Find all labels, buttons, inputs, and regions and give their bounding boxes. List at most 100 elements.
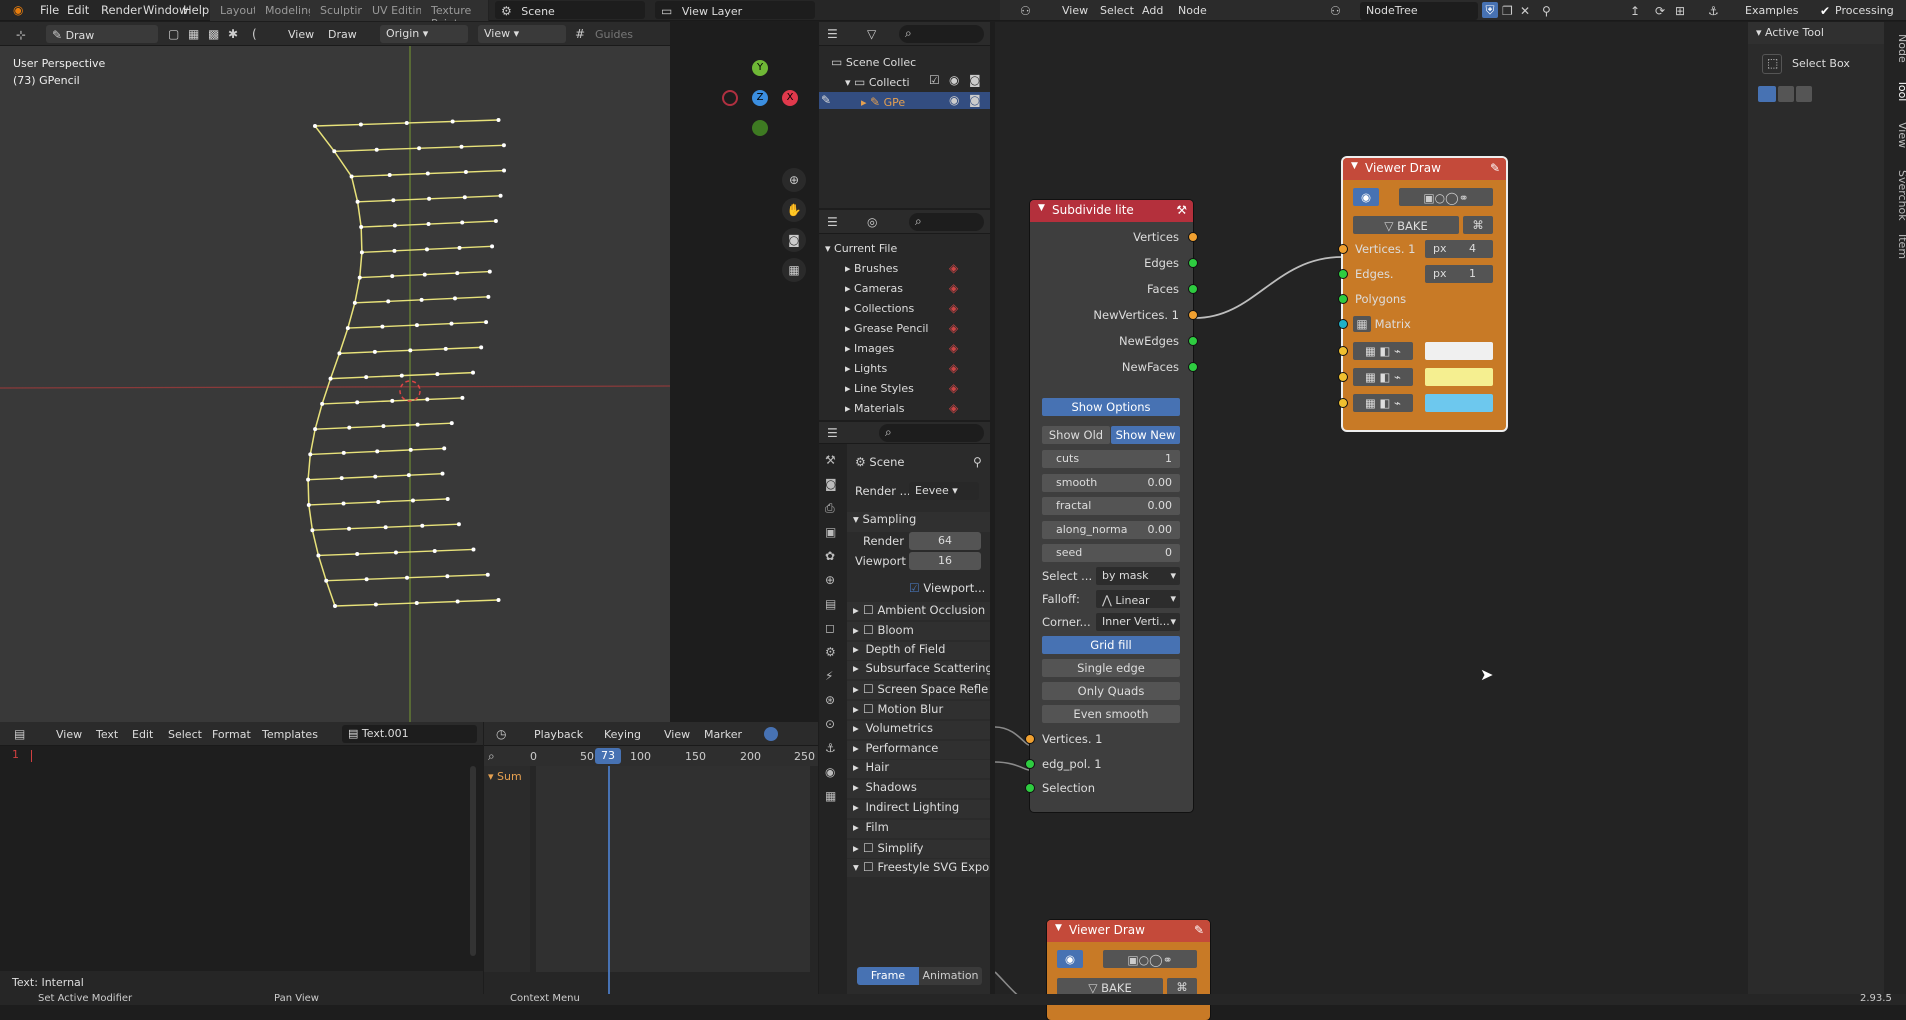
node-tree-selector[interactable]: NodeTree bbox=[1360, 2, 1478, 20]
grid-icon[interactable]: # bbox=[575, 26, 585, 42]
blend-file-item[interactable]: ▸ Lights ◈ bbox=[819, 360, 990, 377]
edit-pencil-icon[interactable]: ✎ bbox=[821, 92, 831, 108]
outliner-row-scene-collection[interactable]: ▭ Scene Collec bbox=[819, 52, 990, 69]
display-mode-toggles[interactable]: ▣○◯⚭ bbox=[1103, 950, 1197, 968]
camera-icon[interactable]: ◙ bbox=[969, 92, 981, 108]
properties-panel-header[interactable]: ▸ Hair bbox=[847, 760, 990, 779]
timeline-ruler[interactable]: ⌕ 0 50 100 150 200 250 73 bbox=[484, 746, 818, 766]
properties-tab-icon[interactable]: ▣ bbox=[825, 524, 836, 540]
gizmo-neg-y[interactable] bbox=[752, 120, 768, 136]
tab-frame[interactable]: Frame bbox=[857, 967, 919, 985]
checkbox-icon[interactable]: ☐ bbox=[862, 602, 874, 618]
subdivide-node-header[interactable]: ▼ Subdivide lite ⚒ bbox=[1030, 200, 1193, 222]
blend-file-item[interactable]: ▸ Collections ◈ bbox=[819, 300, 990, 317]
properties-tab-icon[interactable]: ⚙ bbox=[825, 644, 836, 660]
properties-panel-header[interactable]: ▸ ☐ Screen Space Refle bbox=[847, 681, 990, 700]
properties-tab-icon[interactable]: ⊙ bbox=[825, 716, 835, 732]
processing-toggle[interactable]: Processing bbox=[1835, 4, 1894, 17]
tab-animation[interactable]: Animation bbox=[919, 967, 982, 985]
properties-tab-icon[interactable]: ⊕ bbox=[825, 572, 835, 588]
text-menu-text[interactable]: Text bbox=[96, 728, 118, 741]
param-field[interactable]: fractal 0.00 bbox=[1042, 497, 1180, 515]
output-socket[interactable] bbox=[1188, 232, 1198, 242]
sidebar-tab-item[interactable]: Item bbox=[1887, 234, 1906, 259]
input-socket-vertices[interactable] bbox=[1025, 734, 1035, 744]
gizmo-x-axis[interactable]: X bbox=[782, 90, 798, 106]
blend-file-item[interactable]: ▸ Brushes ◈ bbox=[819, 260, 990, 277]
collapse-arrow-icon[interactable]: ▼ bbox=[1055, 923, 1062, 933]
timeline-type-icon[interactable]: ◷ bbox=[496, 726, 506, 742]
eye-toggle-icon[interactable]: ◉ bbox=[1057, 950, 1083, 968]
current-file-row[interactable]: ▾ Current File bbox=[819, 240, 990, 257]
node-menu-node[interactable]: Node bbox=[1178, 4, 1207, 17]
viewport-menu-draw[interactable]: Draw bbox=[328, 28, 357, 41]
parent-up-icon[interactable]: ↥ bbox=[1630, 3, 1640, 19]
menu-help[interactable]: Help bbox=[183, 3, 209, 17]
text-scrollbar[interactable] bbox=[470, 766, 476, 956]
zoom-icon[interactable]: ⊕ bbox=[782, 168, 806, 192]
output-socket[interactable] bbox=[1188, 258, 1198, 268]
viewer-draw-node-2[interactable]: ▼ Viewer Draw ✎ ◉ ▣○◯⚭ ▽ BAKE ⌘ bbox=[1047, 920, 1210, 1020]
pan-hand-icon[interactable]: ✋ bbox=[782, 198, 806, 222]
properties-panel-header[interactable]: ▸ Performance bbox=[847, 740, 990, 759]
camera-icon[interactable]: ◙ bbox=[782, 228, 806, 252]
gizmo-neg-x[interactable] bbox=[722, 90, 738, 106]
text-menu-view[interactable]: View bbox=[56, 728, 82, 741]
blend-file-item[interactable]: ▸ Materials ◈ bbox=[819, 400, 990, 417]
render-engine-dropdown[interactable]: Eevee ▾ bbox=[909, 482, 979, 500]
outliner-search[interactable]: ⌕ bbox=[899, 25, 984, 43]
select-mode-icon-2[interactable]: ▦ bbox=[188, 26, 199, 42]
sverchok-icon[interactable]: ⚓ bbox=[1708, 3, 1719, 19]
input-socket-matrix[interactable] bbox=[1338, 319, 1348, 329]
color-swatch[interactable] bbox=[1425, 394, 1493, 412]
blend-file-item[interactable]: ▸ Line Styles ◈ bbox=[819, 380, 990, 397]
input-socket-edges[interactable] bbox=[1338, 269, 1348, 279]
pin-icon[interactable]: ⚲ bbox=[973, 454, 982, 470]
param-field[interactable]: along_norma 0.00 bbox=[1042, 520, 1180, 539]
output-socket[interactable] bbox=[1188, 336, 1198, 346]
update-icon[interactable]: ⟳ bbox=[1655, 3, 1665, 19]
timeline-menu-playback[interactable]: Playback bbox=[534, 728, 583, 741]
input-socket-polygons[interactable] bbox=[1338, 294, 1348, 304]
text-datablock-selector[interactable]: ▤ Text.001 bbox=[342, 725, 477, 743]
properties-panel-header[interactable]: ▸ ☐ Ambient Occlusion bbox=[847, 602, 990, 620]
properties-panel-header[interactable]: ▸ Indirect Lighting bbox=[847, 800, 990, 818]
viewer-draw-node[interactable]: ▼ Viewer Draw ✎ ◉ ▣○◯⚭ ▽ BAKE ⌘ Vertices… bbox=[1338, 158, 1506, 430]
properties-tab-icon[interactable]: ⊛ bbox=[825, 692, 835, 708]
pencil-icon[interactable]: ✎ bbox=[1194, 922, 1204, 938]
duplicate-icon[interactable]: ❐ bbox=[1502, 3, 1513, 19]
properties-tab-icon[interactable]: ▦ bbox=[825, 788, 836, 804]
curve-icon[interactable]: ( bbox=[252, 26, 257, 42]
eye-toggle-icon[interactable]: ◉ bbox=[1353, 188, 1379, 206]
falloff-dropdown[interactable]: ⋀ Linear ▾ bbox=[1096, 590, 1180, 608]
outliner-type-icon[interactable]: ☰ bbox=[827, 214, 838, 230]
properties-panel-header[interactable]: ▸ ☐ Bloom bbox=[847, 621, 990, 640]
checkbox-icon[interactable]: ☐ bbox=[862, 622, 874, 638]
properties-tab-icon[interactable]: ▤ bbox=[825, 596, 836, 612]
properties-panel-header[interactable]: ▸ Volumetrics bbox=[847, 720, 990, 739]
properties-tab-icon[interactable]: ⚡ bbox=[825, 668, 833, 684]
properties-panel-header[interactable]: ▸ Depth of Field bbox=[847, 641, 990, 660]
text-menu-edit[interactable]: Edit bbox=[132, 728, 153, 741]
playhead[interactable] bbox=[608, 766, 610, 994]
menu-window[interactable]: Window bbox=[143, 3, 188, 17]
select-mode-subtract-icon[interactable] bbox=[1796, 86, 1812, 102]
show-new-button[interactable]: Show New bbox=[1111, 426, 1180, 444]
properties-panel-header[interactable]: ▸ Shadows bbox=[847, 780, 990, 799]
node-editor-type-icon[interactable]: ⚇ bbox=[1020, 3, 1031, 19]
select-mode-dropdown[interactable]: by mask ▾ bbox=[1096, 567, 1180, 585]
render-samples-field[interactable]: 64 bbox=[909, 532, 981, 550]
corner-dropdown[interactable]: Inner Verti... ▾ bbox=[1096, 613, 1180, 631]
text-menu-templates[interactable]: Templates bbox=[262, 728, 318, 741]
guides-dropdown[interactable]: Guides bbox=[595, 28, 633, 41]
checkbox-icon[interactable]: ☐ bbox=[862, 681, 874, 697]
checkbox-icon[interactable]: ☑ bbox=[929, 72, 940, 88]
param-field[interactable]: cuts 1 bbox=[1042, 450, 1180, 468]
view-dropdown[interactable]: View ▾ bbox=[478, 25, 566, 43]
edge-width-field[interactable]: px 1 bbox=[1425, 265, 1493, 283]
outliner-row-gpencil[interactable]: ▸ ✎ GPe ✎ ◉ ◙ bbox=[819, 92, 990, 109]
examples-menu[interactable]: Examples bbox=[1745, 4, 1798, 17]
gizmo-z-axis[interactable]: Z bbox=[752, 90, 768, 106]
pencil-icon[interactable]: ✎ bbox=[1490, 160, 1500, 176]
summary-channel[interactable]: ▾ Sum bbox=[488, 770, 522, 783]
